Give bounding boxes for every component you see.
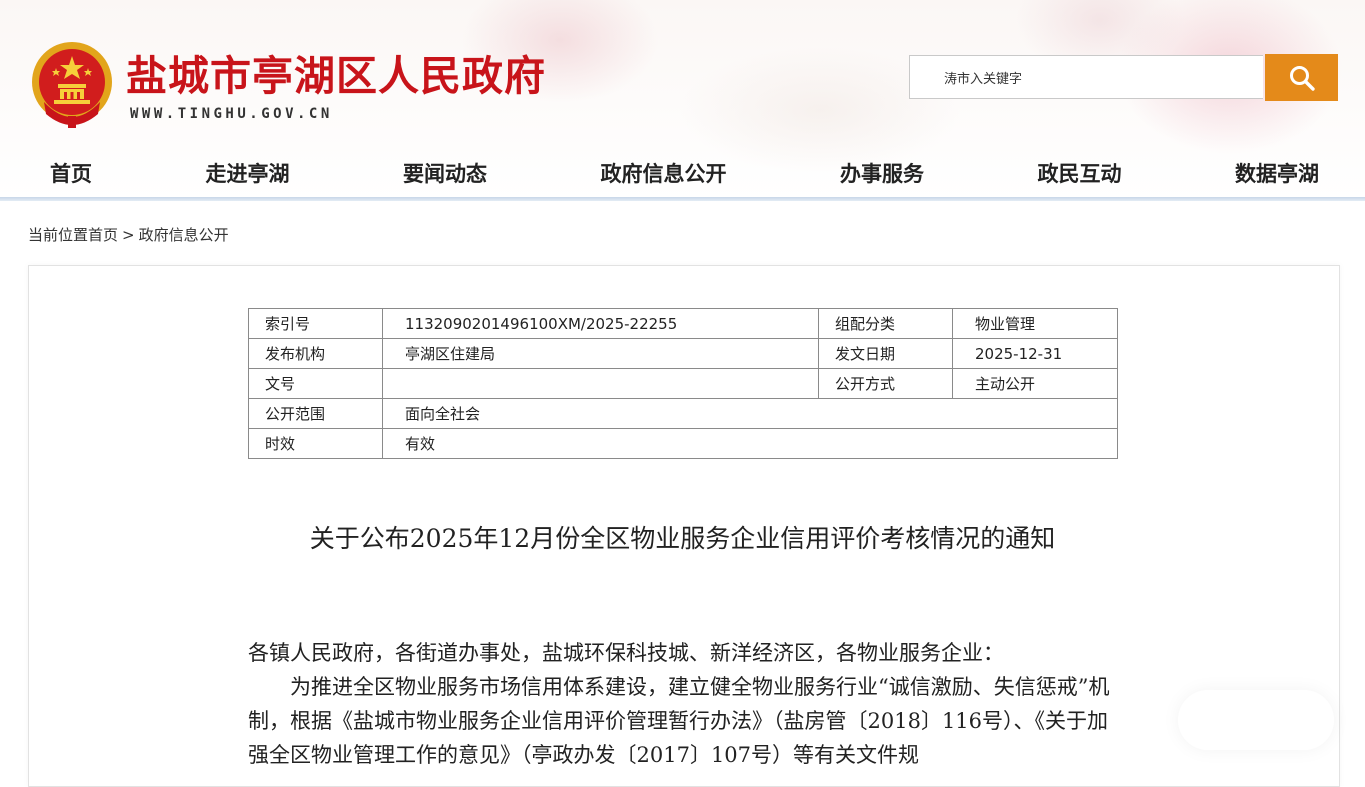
floating-widget[interactable] [1178,690,1334,750]
document-body: 各镇人民政府，各街道办事处，盐城环保科技城、新洋经济区，各物业服务企业： 为推进… [248,636,1118,772]
nav-item-gov-info[interactable]: 政府信息公开 [571,148,757,198]
table-row: 文号 公开方式 主动公开 [248,368,1118,399]
meta-key: 时效 [248,428,383,459]
nav-item-data[interactable]: 数据亭湖 [1205,148,1349,198]
meta-value: 亭湖区住建局 [382,338,819,369]
main-nav: 首页 走进亭湖 要闻动态 政府信息公开 办事服务 政民互动 数据亭湖 [0,148,1365,198]
document-meta-table: 索引号 11320902014961​00XM/2025-22255 组配分类 … [248,308,1118,459]
nav-item-news[interactable]: 要闻动态 [373,148,517,198]
nav-item-interaction[interactable]: 政民互动 [1008,148,1152,198]
meta-key: 发布机构 [248,338,383,369]
meta-value: 物业管理 [952,308,1118,339]
meta-value: 面向全社会 [382,398,1118,429]
breadcrumb-label: 当前位置 [28,226,89,244]
breadcrumb-home-link[interactable]: 首页 [88,226,118,244]
meta-key: 公开方式 [818,368,953,399]
meta-value: 11320902014961​00XM/2025-22255 [382,308,819,339]
document-salutation: 各镇人民政府，各街道办事处，盐城环保科技城、新洋经济区，各物业服务企业： [248,641,1004,665]
national-emblem-icon[interactable] [28,40,116,130]
table-row: 发布机构 亭湖区住建局 发文日期 2025-12-31 [248,338,1118,369]
document-paragraph: 为推进全区物业服务市场信用体系建设，建立健全物业服务行业“诚信激励、失信惩戒”机… [248,675,1110,767]
document-title: 关于公布2025年12月份全区物业服务企业信用评价考核情况的通知 [309,524,1056,553]
site-domain: WWW.TINGHU.GOV.CN [130,106,333,122]
nav-item-home[interactable]: 首页 [20,148,122,198]
meta-value [382,368,819,399]
breadcrumb: 当前位置首页 > 政府信息公开 [28,224,229,245]
breadcrumb-separator: > [122,226,135,244]
meta-key: 公开范围 [248,398,383,429]
search-button[interactable] [1265,54,1338,101]
meta-value: 主动公开 [952,368,1118,399]
nav-divider [0,197,1365,201]
meta-value: 2025-12-31 [952,338,1118,369]
search-box [909,55,1263,99]
meta-key: 索引号 [248,308,383,339]
table-row: 公开范围 面向全社会 [248,398,1118,429]
table-row: 索引号 11320902014961​00XM/2025-22255 组配分类 … [248,308,1118,339]
meta-key: 发文日期 [818,338,953,369]
meta-key: 文号 [248,368,383,399]
table-row: 时效 有效 [248,428,1118,459]
search-input[interactable] [910,56,1263,98]
meta-key: 组配分类 [818,308,953,339]
meta-value: 有效 [382,428,1118,459]
site-title[interactable]: 盐城市亭湖区人民政府 [126,42,546,102]
search-icon [1289,65,1315,91]
nav-item-services[interactable]: 办事服务 [810,148,954,198]
site-header: 盐城市亭湖区人民政府 WWW.TINGHU.GOV.CN 首页 走进亭湖 要闻动… [0,0,1365,200]
breadcrumb-current-link[interactable]: 政府信息公开 [139,226,229,244]
nav-item-about[interactable]: 走进亭湖 [176,148,320,198]
